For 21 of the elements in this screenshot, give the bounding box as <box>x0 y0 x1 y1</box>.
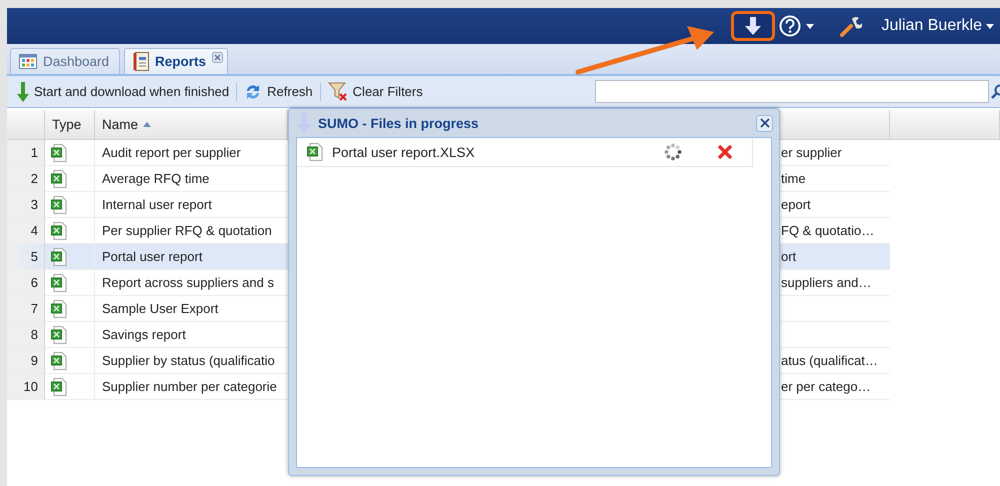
row-number: 1 <box>7 140 45 166</box>
row-number: 7 <box>7 296 45 322</box>
table-cell: ort <box>781 249 796 264</box>
row-number: 8 <box>7 322 45 348</box>
row-number: 2 <box>7 166 45 192</box>
row-number: 4 <box>7 218 45 244</box>
table-cell: er per catego… <box>781 379 871 394</box>
table-cell: er supplier <box>781 145 842 160</box>
row-number: 9 <box>7 348 45 374</box>
row-number: 6 <box>7 270 45 296</box>
row-number: 5 <box>7 244 45 270</box>
table-cell: time <box>781 171 806 186</box>
table-cell: Portal user report <box>95 244 288 270</box>
window-title: SUMO - Files in progress <box>318 116 479 130</box>
file-name: Portal user report.XLSX <box>332 144 475 160</box>
table-cell: atus (qualificat… <box>781 353 878 368</box>
row-number: 3 <box>7 192 45 218</box>
table-cell: eport <box>781 197 811 212</box>
row-number: 10 <box>7 374 45 400</box>
table-cell: FQ & quotatio… <box>781 223 874 238</box>
table-cell: suppliers and… <box>781 275 872 290</box>
